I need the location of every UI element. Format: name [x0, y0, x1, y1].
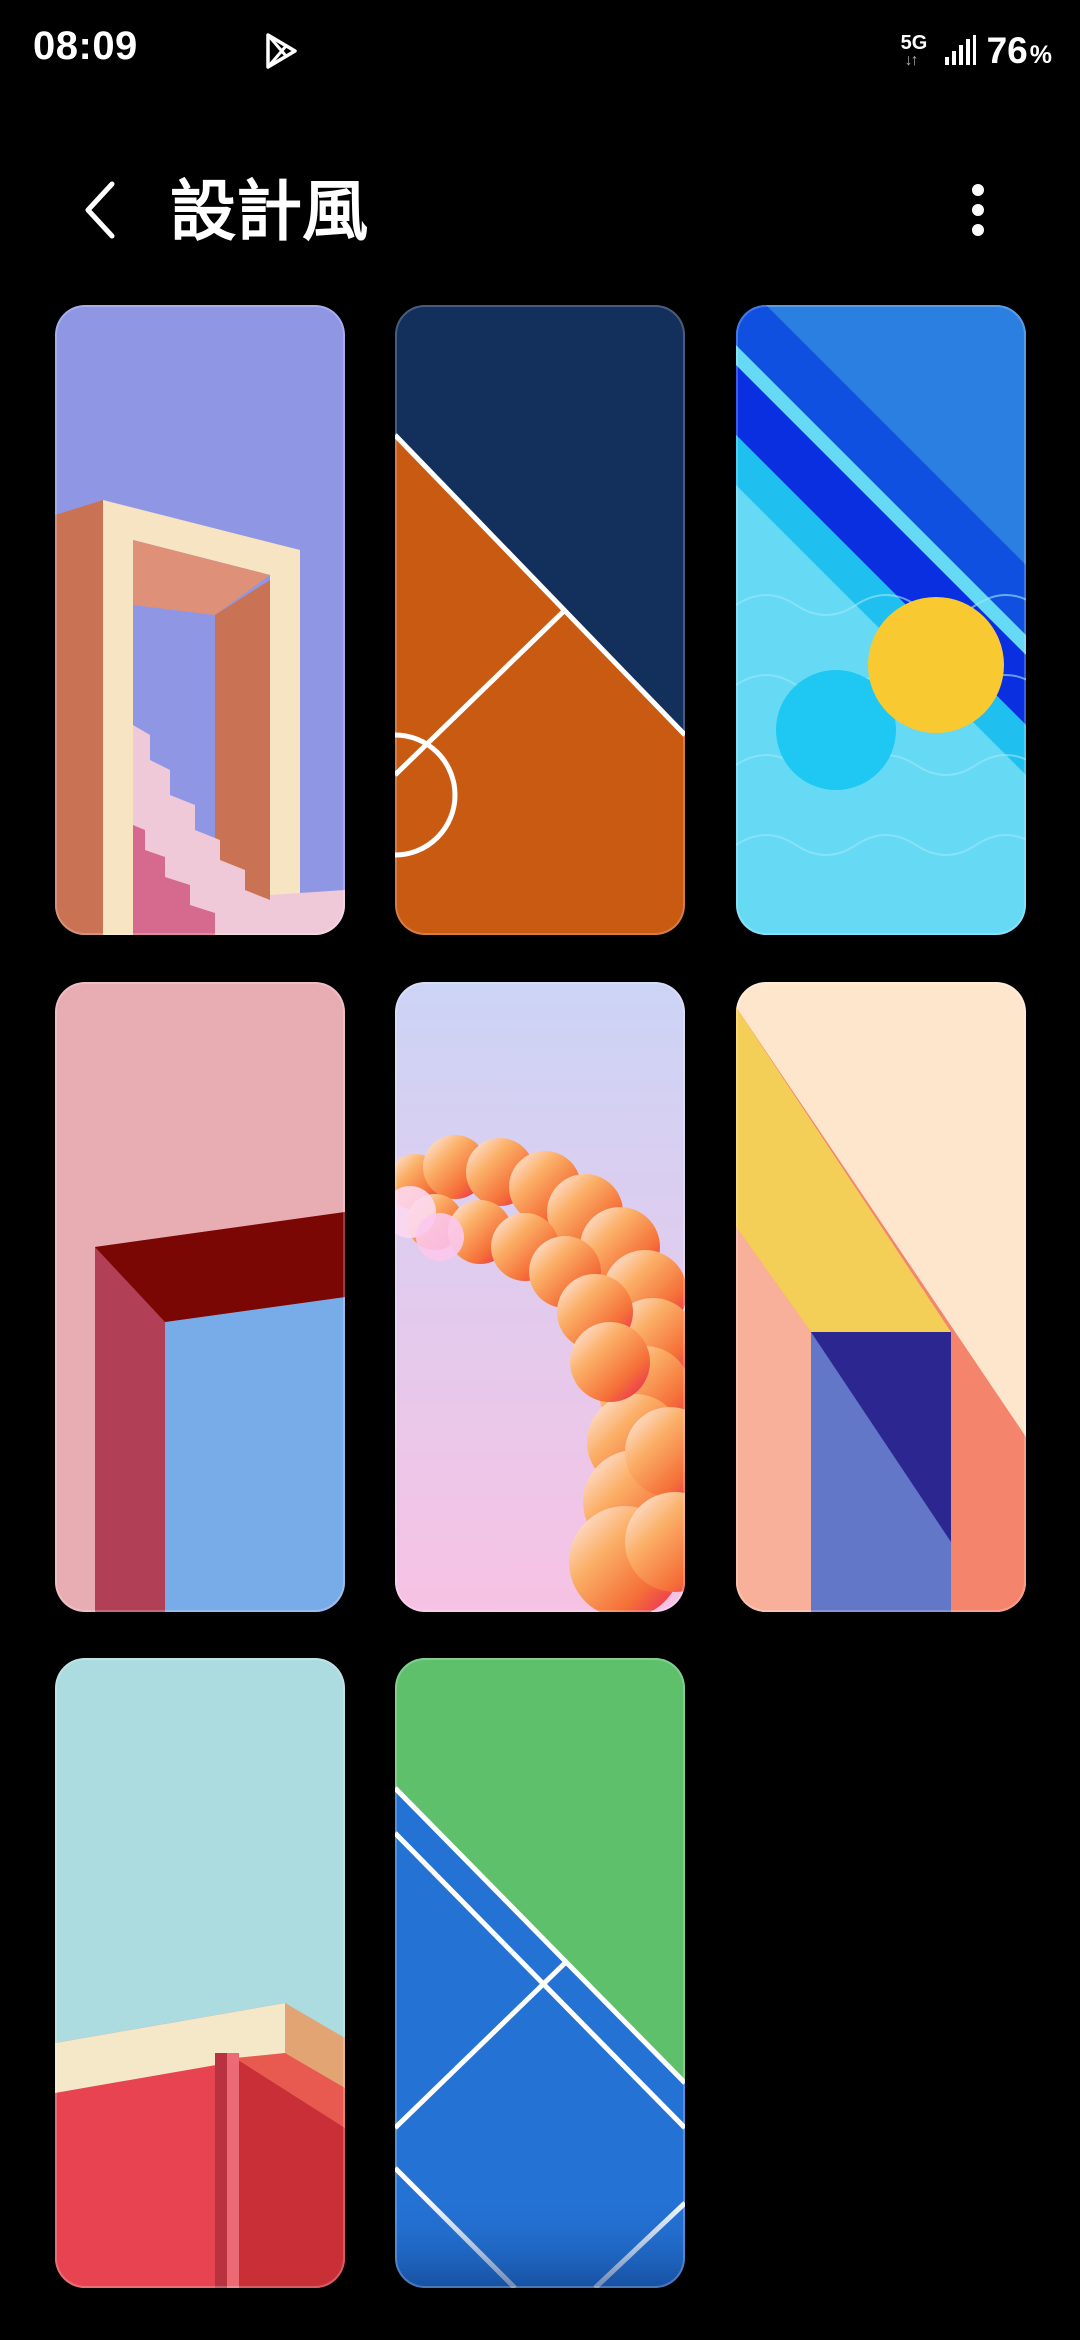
- status-bar: 08:09 5G ↓↑ 76%: [0, 0, 1080, 100]
- status-time: 08:09: [33, 24, 138, 68]
- wallpaper-clouds-image: [395, 982, 685, 1612]
- wallpaper-geometric-triangles[interactable]: [736, 982, 1026, 1612]
- wallpaper-red-building[interactable]: [55, 1658, 345, 2288]
- wallpaper-arch-stairs[interactable]: [55, 305, 345, 935]
- more-vert-icon: [972, 184, 984, 236]
- battery-level: 76%: [987, 30, 1052, 72]
- wallpaper-basketball-court[interactable]: [395, 305, 685, 935]
- page-title: 設計風: [170, 174, 368, 248]
- wallpaper-pool-sun[interactable]: [736, 305, 1026, 935]
- battery-value: 76: [986, 30, 1028, 71]
- wallpaper-geometric-triangles-image: [736, 982, 1026, 1612]
- status-icons: 5G ↓↑ 76%: [901, 28, 1052, 74]
- wallpaper-basketball-court-image: [395, 305, 685, 935]
- wallpaper-red-building-image: [55, 1658, 345, 2288]
- wallpaper-red-doorway[interactable]: [55, 982, 345, 1612]
- app-bar: 設計風: [0, 160, 1080, 260]
- signal-icon: [944, 35, 976, 65]
- chevron-left-icon: [85, 181, 115, 239]
- more-options-button[interactable]: [940, 172, 1016, 248]
- wallpaper-tennis-court[interactable]: [395, 1658, 685, 2288]
- wallpaper-clouds[interactable]: [395, 982, 685, 1612]
- network-icon: 5G ↓↑: [900, 32, 928, 69]
- wallpaper-tennis-court-image: [395, 1658, 685, 2288]
- wallpaper-red-doorway-image: [55, 982, 345, 1612]
- wallpaper-pool-sun-image: [736, 305, 1026, 935]
- wallpaper-arch-stairs-image: [55, 305, 345, 935]
- play-store-icon: [266, 33, 297, 69]
- battery-unit: %: [1029, 41, 1052, 69]
- back-button[interactable]: [62, 172, 138, 248]
